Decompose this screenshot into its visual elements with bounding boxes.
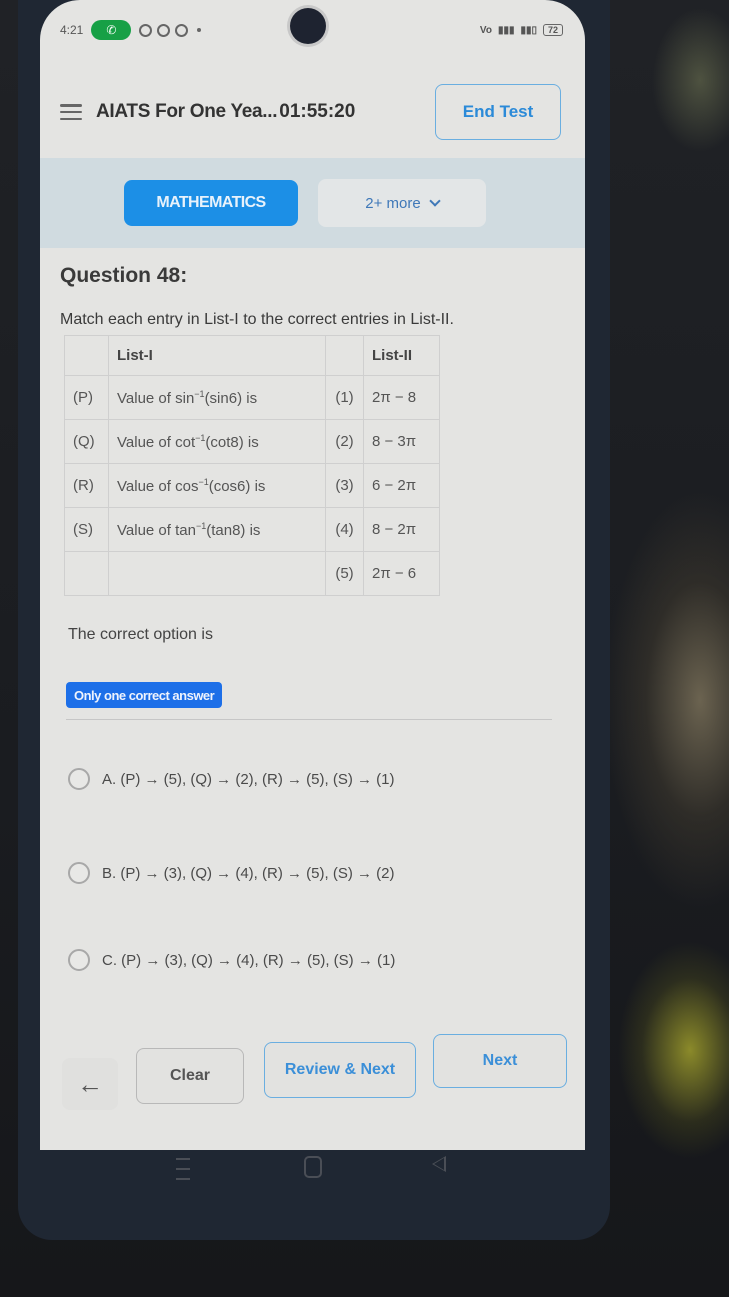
list-1-key: (R) (64, 463, 109, 508)
table-header-list-1: List-I (108, 335, 326, 376)
question-title: Question 48: (60, 264, 188, 287)
system-nav-bar (130, 1150, 470, 1190)
entry-suffix: is (242, 389, 258, 407)
entry-function: sin (175, 389, 195, 407)
entry-prefix: Value of (117, 433, 176, 451)
phone-screen: 4:21 ✆ Vo ▮▮▮ ▮▮▯ 72 AIATS For One Yea..… (40, 0, 585, 1150)
table-row: (5) 2π − 6 (64, 551, 440, 596)
entry-suffix: is (250, 477, 266, 495)
battery-icon: 72 (542, 24, 563, 36)
list-1-key: (P) (64, 375, 109, 420)
entry-function: tan (175, 521, 196, 539)
list-1-key: (S) (64, 507, 109, 552)
sync-icon (175, 23, 189, 37)
inverse-superscript: −1 (195, 520, 207, 531)
list-2-number: (4) (325, 507, 364, 552)
app-notification-icon (157, 23, 171, 37)
status-indicators: Vo ▮▮▮ ▮▮▯ 72 (480, 24, 563, 36)
option-a[interactable]: A. (P) → (5), (Q) → (2), (R) → (5), (S) … (68, 768, 395, 790)
entry-function: cot (175, 433, 196, 451)
more-notifications-dot (197, 28, 202, 32)
list-2-value: 6 − 2π (363, 463, 440, 508)
signal-icon-1: ▮▮▮ (497, 24, 515, 36)
answer-type-badge: Only one correct answer (66, 682, 223, 708)
question-prompt: Match each entry in List-I to the correc… (60, 311, 454, 328)
entry-function: cos (175, 477, 199, 495)
app-header: AIATS For One Yea... 01:55:20 End Test (40, 80, 585, 144)
subject-tabs: MATHEMATICS 2+ more (40, 158, 585, 248)
table-header (64, 335, 109, 376)
clear-button[interactable]: Clear (136, 1048, 244, 1104)
list-1-entry (108, 551, 326, 596)
inverse-superscript: −1 (195, 432, 206, 443)
tab-mathematics[interactable]: MATHEMATICS (124, 180, 298, 226)
table-header (325, 335, 364, 376)
list-2-number: (2) (325, 419, 364, 464)
table-header-list-2: List-II (363, 335, 440, 376)
entry-argument: (tan8) (206, 521, 246, 539)
list-1-entry: Value of cot−1(cot8) is (108, 419, 326, 464)
entry-argument: (sin6) (204, 389, 243, 407)
radio-button[interactable] (68, 949, 90, 971)
end-test-button[interactable]: End Test (435, 84, 561, 140)
table-row: (R) Value of cos−1(cos6) is (3) 6 − 2π (64, 463, 440, 508)
previous-button[interactable]: ← (62, 1058, 118, 1110)
list-1-entry: Value of cos−1(cos6) is (108, 463, 326, 508)
table-row: (P) Value of sin−1(sin6) is (1) 2π − 8 (64, 375, 440, 420)
divider (66, 719, 552, 720)
home-icon[interactable] (304, 1156, 322, 1178)
more-subjects-dropdown[interactable]: 2+ more (318, 179, 486, 227)
entry-argument: (cot8) (205, 433, 244, 451)
hamburger-menu-icon[interactable] (60, 104, 82, 120)
entry-argument: (cos6) (208, 477, 251, 495)
list-2-value: 8 − 2π (363, 507, 440, 552)
list-1-key: (Q) (64, 419, 109, 464)
test-title: AIATS For One Yea... (96, 101, 278, 122)
list-2-number: (5) (325, 551, 364, 596)
next-button[interactable]: Next (433, 1034, 567, 1088)
option-label: B. (P) → (3), (Q) → (4), (R) → (5), (S) … (102, 864, 395, 882)
option-c[interactable]: C. (P) → (3), (Q) → (4), (R) → (5), (S) … (68, 949, 395, 971)
status-time: 4:21 (60, 23, 84, 37)
radio-button[interactable] (68, 768, 90, 790)
more-subjects-label: 2+ more (365, 194, 421, 212)
entry-prefix: Value of (117, 389, 176, 407)
table-header-row: List-I List-II (64, 335, 440, 376)
match-table: List-I List-II (P) Value of sin−1(sin6) i… (64, 335, 440, 596)
front-camera (290, 8, 326, 44)
option-label: C. (P) → (3), (Q) → (4), (R) → (5), (S) … (102, 951, 396, 969)
table-row: (Q) Value of cot−1(cot8) is (2) 8 − 3π (64, 419, 440, 464)
entry-prefix: Value of (117, 477, 176, 495)
option-b[interactable]: B. (P) → (3), (Q) → (4), (R) → (5), (S) … (68, 862, 395, 884)
inverse-superscript: −1 (198, 476, 209, 487)
list-2-number: (1) (325, 375, 364, 420)
option-label: A. (P) → (5), (Q) → (2), (R) → (5), (S) … (102, 770, 395, 788)
list-1-key (64, 551, 109, 596)
list-2-number: (3) (325, 463, 364, 508)
table-row: (S) Value of tan−1(tan8) is (4) 8 − 2π (64, 507, 440, 552)
list-2-value: 2π − 6 (363, 551, 440, 596)
list-2-value: 8 − 3π (363, 419, 440, 464)
ongoing-call-icon: ✆ (91, 20, 132, 40)
entry-suffix: is (245, 521, 261, 539)
question-stem-end: The correct option is (68, 626, 213, 643)
inverse-superscript: −1 (194, 388, 205, 399)
back-icon[interactable] (432, 1156, 446, 1172)
countdown-timer: 01:55:20 (279, 101, 356, 122)
chevron-down-icon (429, 195, 441, 207)
recent-apps-icon[interactable] (176, 1158, 190, 1180)
list-1-entry: Value of sin−1(sin6) is (108, 375, 326, 420)
radio-button[interactable] (68, 862, 90, 884)
entry-prefix: Value of (117, 521, 176, 539)
list-2-value: 2π − 8 (363, 375, 440, 420)
list-1-entry: Value of tan−1(tan8) is (108, 507, 326, 552)
entry-suffix: is (243, 433, 259, 451)
review-next-button[interactable]: Review & Next (264, 1042, 416, 1098)
notification-icon (139, 23, 153, 37)
arrow-left-icon: ← (77, 1068, 103, 1099)
signal-icon-2: ▮▮▯ (520, 24, 537, 36)
volte-icon: Vo (479, 24, 492, 36)
